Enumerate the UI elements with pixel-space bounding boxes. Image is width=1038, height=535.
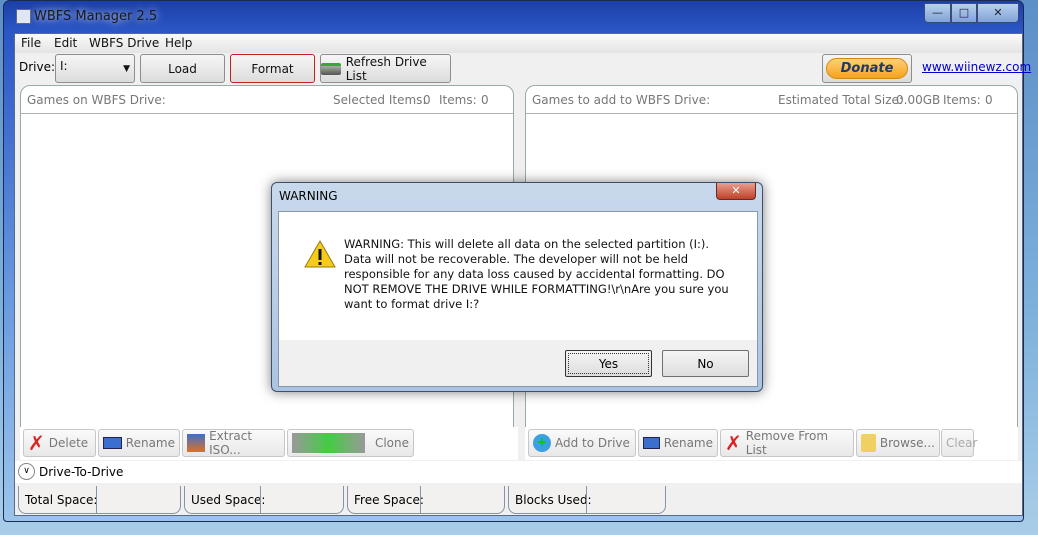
items-count: 0 [481, 93, 489, 107]
rename-icon [643, 437, 660, 449]
drive-refresh-icon [321, 62, 341, 75]
right-toolbar: + Add to Drive Rename ✗ Remove From List B… [525, 427, 1018, 460]
menu-bar: File Edit WBFS Drive Help [15, 34, 1022, 53]
drive-select[interactable]: I: ▼ [55, 54, 135, 83]
label: Free Space: [354, 493, 424, 507]
total-space: Total Space: [18, 486, 181, 514]
folder-search-icon [861, 434, 876, 452]
label: Total Space: [25, 493, 98, 507]
delete-x-icon: ✗ [28, 431, 45, 455]
minimize-button[interactable]: — [924, 3, 951, 23]
maximize-button[interactable]: □ [951, 3, 977, 23]
clone-drives-icon [292, 433, 365, 453]
yes-button[interactable]: Yes [565, 350, 652, 377]
warning-dialog: WARNING ✕ WARNING: This will delete all … [271, 182, 763, 392]
expand-chevron-icon[interactable]: ∨ [18, 463, 35, 480]
dialog-body: WARNING: This will delete all data on th… [278, 211, 758, 387]
refresh-label: Refresh Drive List [345, 54, 427, 83]
donate-label: Donate [826, 58, 908, 79]
format-button[interactable]: Format [230, 54, 315, 83]
status-bar: Total Space: Used Space: Free Space: Blo… [18, 486, 678, 516]
menu-wbfs-drive[interactable]: WBFS Drive [89, 36, 159, 50]
label: Add to Drive [555, 436, 630, 450]
add-to-drive-button[interactable]: + Add to Drive [528, 429, 636, 457]
rename-button[interactable]: Rename [638, 429, 718, 457]
rename-button[interactable]: Rename [98, 429, 180, 457]
chevron-down-icon: ▼ [123, 64, 130, 74]
panel-title: Games on WBFS Drive: [27, 93, 166, 107]
drive-to-drive-label: Drive-To-Drive [39, 465, 124, 479]
estimated-size-value: 0.00GB [896, 93, 941, 107]
browse-button[interactable]: Browse... [856, 429, 940, 457]
clear-button[interactable]: Clear [941, 429, 977, 457]
refresh-drive-list-button[interactable]: Refresh Drive List [320, 54, 451, 83]
panel-header: Games on WBFS Drive: Selected Items: 0 I… [21, 86, 513, 114]
label: Rename [125, 436, 175, 450]
extract-icon [187, 434, 206, 452]
estimated-size-label: Estimated Total Size: [778, 93, 903, 107]
menu-file[interactable]: File [21, 36, 41, 50]
label: Delete [48, 436, 89, 450]
dialog-close-button[interactable]: ✕ [716, 183, 756, 200]
label: Blocks Used: [515, 493, 592, 507]
close-button[interactable]: ✕ [977, 3, 1019, 23]
panel-title: Games to add to WBFS Drive: [532, 93, 711, 107]
no-button[interactable]: No [662, 350, 749, 377]
selected-items-count: 0 [423, 93, 431, 107]
label: Browse... [879, 436, 935, 450]
menu-edit[interactable]: Edit [54, 36, 77, 50]
remove-x-icon: ✗ [725, 431, 742, 455]
remove-from-list-button[interactable]: ✗ Remove From List [720, 429, 854, 457]
extract-iso-button[interactable]: Extract ISO... [182, 429, 285, 457]
drive-to-drive-section: ∨ Drive-To-Drive [15, 461, 1022, 483]
dialog-title: WARNING [279, 189, 338, 203]
dialog-message: WARNING: This will delete all data on th… [344, 237, 729, 311]
items-count: 0 [985, 93, 993, 107]
blocks-used: Blocks Used: [508, 486, 666, 514]
label: Used Space: [191, 493, 266, 507]
label: Clone [374, 436, 409, 450]
load-button[interactable]: Load [140, 54, 225, 83]
drive-value: I: [60, 59, 68, 73]
rename-icon [103, 437, 122, 449]
used-space: Used Space: [184, 486, 344, 514]
items-label: Items: [439, 93, 477, 107]
drive-label: Drive: [19, 60, 56, 74]
window-title: WBFS Manager 2.5 [34, 9, 158, 24]
warning-icon [304, 240, 336, 268]
app-icon [16, 9, 31, 24]
dialog-message-area: WARNING: This will delete all data on th… [279, 212, 757, 340]
menu-help[interactable]: Help [165, 36, 192, 50]
label: Extract ISO... [209, 429, 253, 457]
free-space: Free Space: [347, 486, 505, 514]
label: Remove From List [745, 429, 829, 457]
label: Rename [663, 436, 713, 450]
add-icon: + [533, 434, 551, 452]
donate-button[interactable]: Donate [822, 54, 912, 83]
left-toolbar: ✗ Delete Rename Extract ISO... Clone [20, 427, 518, 460]
panel-header: Games to add to WBFS Drive: Estimated To… [526, 86, 1017, 114]
website-link[interactable]: www.wiinewz.com [922, 60, 1031, 74]
selected-items-label: Selected Items: [333, 93, 427, 107]
delete-button[interactable]: ✗ Delete [23, 429, 96, 457]
clone-button[interactable]: Clone [287, 429, 414, 457]
items-label: Items: [943, 93, 981, 107]
